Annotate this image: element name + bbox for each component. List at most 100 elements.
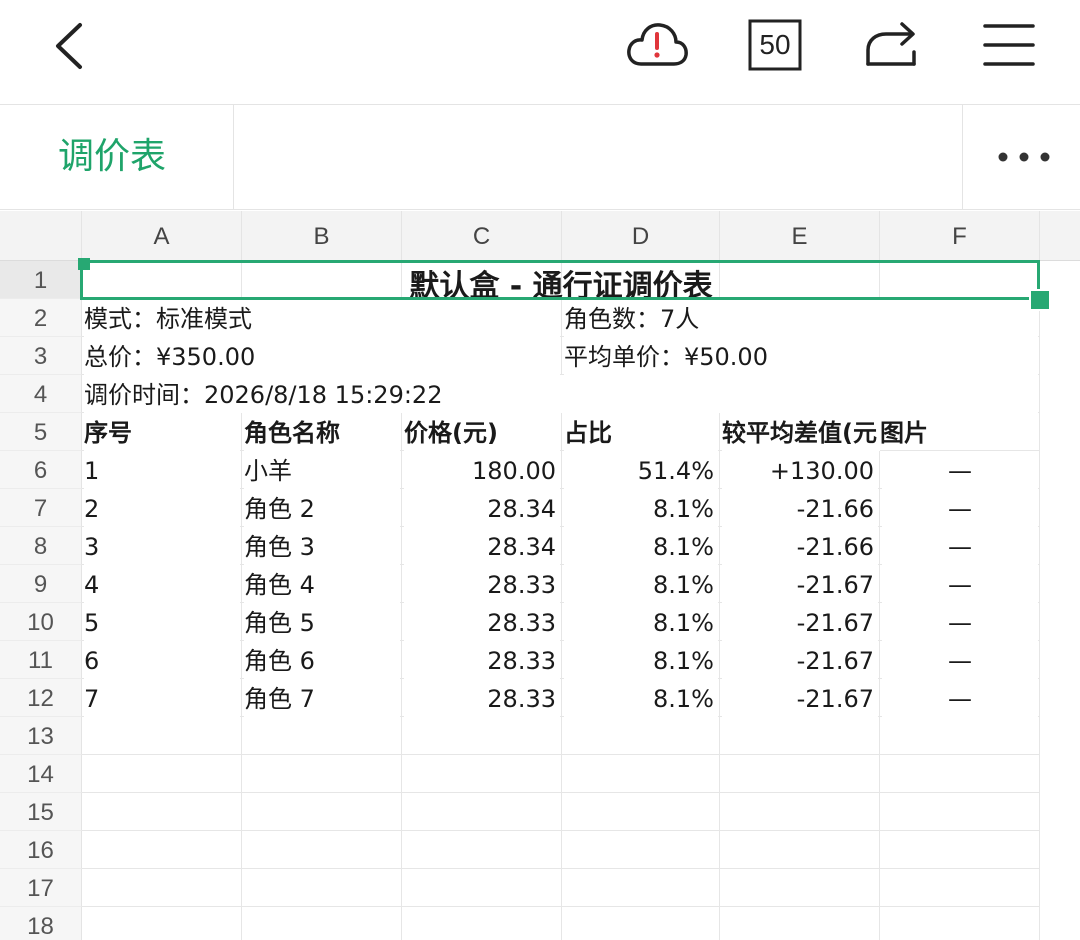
grid-line <box>82 830 1040 831</box>
cell-avg-price[interactable]: 平均单价：¥50.00 <box>564 337 1038 375</box>
cell-diff[interactable]: -21.66 <box>722 489 878 527</box>
row-header[interactable]: 14 <box>0 755 82 793</box>
cell-image[interactable]: — <box>882 489 1038 527</box>
header-cell-ratio[interactable]: 占比 <box>564 413 718 451</box>
row-header[interactable]: 13 <box>0 717 82 755</box>
more-button[interactable] <box>962 105 1080 209</box>
cell-name[interactable]: 角色 2 <box>244 489 400 527</box>
back-icon[interactable] <box>46 20 96 72</box>
row-header[interactable]: 6 <box>0 451 82 489</box>
header-cell-price[interactable]: 价格(元) <box>404 413 560 451</box>
cell-diff[interactable]: -21.67 <box>722 603 878 641</box>
cell-diff[interactable]: +130.00 <box>722 451 878 489</box>
cell-ratio[interactable]: 8.1% <box>564 679 718 717</box>
sheet-title-cell[interactable]: 默认盒 - 通行证调价表 <box>82 261 1040 299</box>
header-cell-diff[interactable]: 较平均差值(元 <box>722 413 880 451</box>
cell-ratio[interactable]: 8.1% <box>564 603 718 641</box>
row-header[interactable]: 9 <box>0 565 82 603</box>
cell-index[interactable]: 6 <box>84 641 240 679</box>
cell-ratio[interactable]: 51.4% <box>564 451 718 489</box>
column-header-g[interactable] <box>1040 211 1080 261</box>
cell-name[interactable]: 角色 5 <box>244 603 400 641</box>
cell-ratio[interactable]: 8.1% <box>564 641 718 679</box>
cell-price[interactable]: 28.33 <box>404 565 560 603</box>
grid-line <box>82 868 1040 869</box>
share-icon[interactable] <box>862 16 920 70</box>
cell-index[interactable]: 1 <box>84 451 240 489</box>
row-header[interactable]: 12 <box>0 679 82 717</box>
cell-index[interactable]: 7 <box>84 679 240 717</box>
cell-price[interactable]: 28.34 <box>404 527 560 565</box>
menu-icon[interactable] <box>982 22 1036 68</box>
header-cell-name[interactable]: 角色名称 <box>244 413 400 451</box>
cell-index[interactable]: 2 <box>84 489 240 527</box>
cell-mode[interactable]: 模式：标准模式 <box>84 299 560 337</box>
row-header[interactable]: 2 <box>0 299 82 337</box>
cell-image[interactable]: — <box>882 527 1038 565</box>
column-header-e[interactable]: E <box>720 211 880 261</box>
cell-role-count[interactable]: 角色数：7人 <box>564 299 1038 337</box>
grid-line <box>1039 261 1040 940</box>
cell-index[interactable]: 3 <box>84 527 240 565</box>
cell-image[interactable]: — <box>882 603 1038 641</box>
row-header[interactable]: 17 <box>0 869 82 907</box>
top-toolbar: 50 <box>0 0 1080 104</box>
cell-price[interactable]: 28.33 <box>404 641 560 679</box>
cell-ratio[interactable]: 8.1% <box>564 565 718 603</box>
cell-price[interactable]: 28.34 <box>404 489 560 527</box>
cell-diff[interactable]: -21.67 <box>722 641 878 679</box>
selection-handle-bottom-right[interactable] <box>1029 289 1051 311</box>
row-header[interactable]: 4 <box>0 375 82 413</box>
row-header[interactable]: 15 <box>0 793 82 831</box>
cloud-warning-icon[interactable] <box>624 18 690 72</box>
column-header-b[interactable]: B <box>242 211 402 261</box>
cell-time[interactable]: 调价时间：2026/8/18 15:29:22 <box>84 375 1038 413</box>
cell-diff[interactable]: -21.67 <box>722 565 878 603</box>
sheet-tab-active[interactable]: 调价表 <box>0 105 234 209</box>
row-header[interactable]: 18 <box>0 907 82 940</box>
cell-image[interactable]: — <box>882 451 1038 489</box>
cell-ratio[interactable]: 8.1% <box>564 489 718 527</box>
row-header[interactable]: 10 <box>0 603 82 641</box>
cell-diff[interactable]: -21.67 <box>722 679 878 717</box>
cell-price[interactable]: 28.33 <box>404 679 560 717</box>
cell-price[interactable]: 28.33 <box>404 603 560 641</box>
cell-index[interactable]: 5 <box>84 603 240 641</box>
cell-index[interactable]: 4 <box>84 565 240 603</box>
count-icon[interactable]: 50 <box>748 19 802 71</box>
cell-name[interactable]: 角色 4 <box>244 565 400 603</box>
count-label: 50 <box>759 29 791 60</box>
header-cell-image[interactable]: 图片 <box>880 413 1038 451</box>
header-cell-index[interactable]: 序号 <box>84 413 240 451</box>
cell-image[interactable]: — <box>882 679 1038 717</box>
grid-line <box>561 261 562 940</box>
sheet-tab-bar: 调价表 <box>0 104 1080 210</box>
cell-name[interactable]: 小羊 <box>244 451 400 489</box>
selection-handle-top-left[interactable] <box>78 258 90 270</box>
cell-name[interactable]: 角色 3 <box>244 527 400 565</box>
column-header-d[interactable]: D <box>562 211 720 261</box>
spreadsheet-grid[interactable]: 默认盒 - 通行证调价表 模式：标准模式 角色数：7人 总价：¥350.00 平… <box>82 261 1080 940</box>
cell-ratio[interactable]: 8.1% <box>564 527 718 565</box>
cell-name[interactable]: 角色 6 <box>244 641 400 679</box>
row-header[interactable]: 8 <box>0 527 82 565</box>
cell-diff[interactable]: -21.66 <box>722 527 878 565</box>
column-header-a[interactable]: A <box>82 211 242 261</box>
cell-name[interactable]: 角色 7 <box>244 679 400 717</box>
select-all-corner[interactable] <box>0 211 82 261</box>
column-header-c[interactable]: C <box>402 211 562 261</box>
row-header[interactable]: 3 <box>0 337 82 375</box>
row-header[interactable]: 7 <box>0 489 82 527</box>
grid-line <box>82 906 1040 907</box>
cell-image[interactable]: — <box>882 565 1038 603</box>
more-icon[interactable] <box>997 149 1051 165</box>
cell-image[interactable]: — <box>882 641 1038 679</box>
row-header[interactable]: 5 <box>0 413 82 451</box>
cell-price[interactable]: 180.00 <box>404 451 560 489</box>
row-header[interactable]: 11 <box>0 641 82 679</box>
column-header-f[interactable]: F <box>880 211 1040 261</box>
grid-line <box>82 754 1040 755</box>
cell-total[interactable]: 总价：¥350.00 <box>84 337 560 375</box>
row-header[interactable]: 16 <box>0 831 82 869</box>
row-header[interactable]: 1 <box>0 261 82 299</box>
